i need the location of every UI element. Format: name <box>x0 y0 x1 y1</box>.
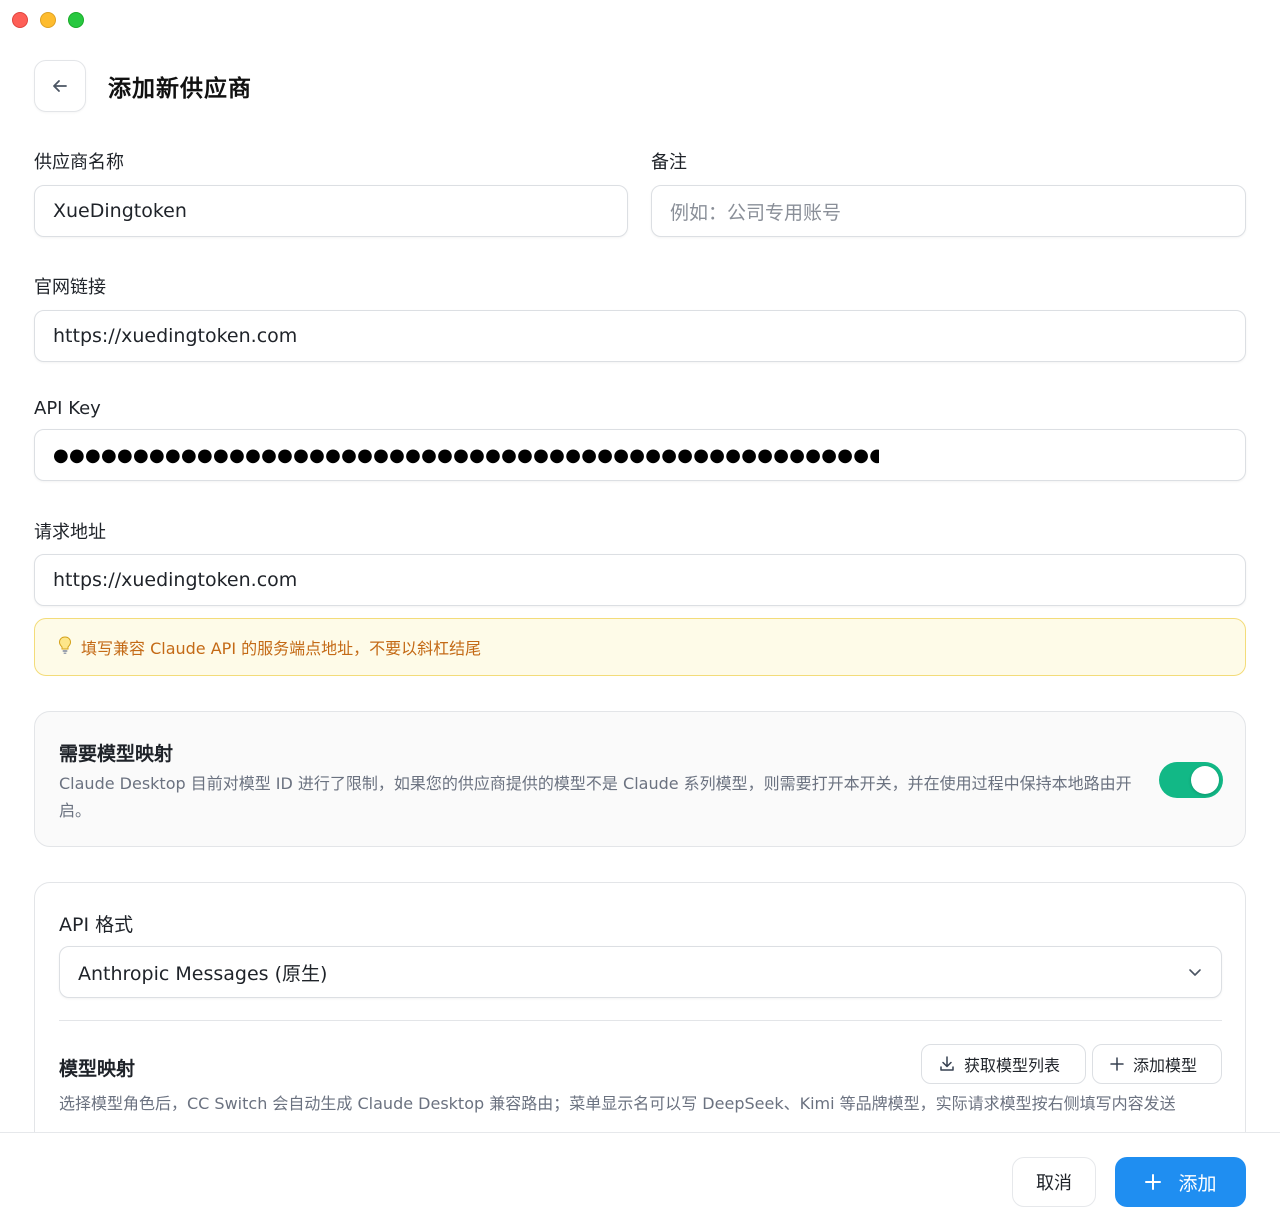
cancel-label: 取消 <box>1036 1173 1072 1194</box>
website-input[interactable]: https://xuedingtoken.com <box>34 310 1246 362</box>
cancel-button[interactable]: 取消 <box>1012 1157 1096 1207</box>
api-format-title: API 格式 <box>59 914 134 936</box>
app-window: 添加新供应商 供应商名称 XueDingtoken 备注 例如：公司专用账号 官… <box>0 0 1280 1230</box>
mapping-toggle-description: Claude Desktop 目前对模型 ID 进行了限制，如果您的供应商提供的… <box>59 774 1132 820</box>
download-icon <box>940 1056 954 1071</box>
add-provider-button[interactable]: 添加 <box>1115 1157 1246 1207</box>
model-mapping-toggle-card: 需要模型映射 Claude Desktop 目前对模型 ID 进行了限制，如果您… <box>34 711 1246 847</box>
page-header: 添加新供应商 <box>34 60 252 112</box>
website-value: https://xuedingtoken.com <box>53 325 298 347</box>
plus-icon <box>1145 1174 1162 1190</box>
lightbulb-icon <box>57 635 73 659</box>
api-key-input[interactable]: ●●●●●●●●●●●●●●●●●●●●●●●●●●●●●●●●●●●●●●●●… <box>34 429 1246 481</box>
provider-name-input[interactable]: XueDingtoken <box>34 185 628 237</box>
toggle-knob <box>1191 766 1219 794</box>
plus-icon <box>1110 1057 1124 1071</box>
endpoint-value: https://xuedingtoken.com <box>53 569 298 591</box>
arrow-left-icon <box>53 80 67 92</box>
add-model-label: 添加模型 <box>1133 1056 1198 1075</box>
window-controls <box>12 12 84 28</box>
model-mapping-description: 选择模型角色后，CC Switch 会自动生成 Claude Desktop 兼… <box>59 1094 1176 1113</box>
back-button[interactable] <box>34 60 86 112</box>
website-label: 官网链接 <box>34 277 106 298</box>
model-mapping-toggle[interactable] <box>1159 762 1223 798</box>
section-divider <box>59 1020 1222 1021</box>
endpoint-hint-text: 填写兼容 Claude API 的服务端点地址，不要以斜杠结尾 <box>81 639 482 658</box>
note-placeholder: 例如：公司专用账号 <box>670 201 842 224</box>
model-mapping-title: 模型映射 <box>59 1058 136 1080</box>
endpoint-hint: 填写兼容 Claude API 的服务端点地址，不要以斜杠结尾 <box>34 618 1246 676</box>
footer-bar: 取消 添加 <box>0 1132 1280 1230</box>
mapping-toggle-title: 需要模型映射 <box>59 743 174 765</box>
chevron-down-icon <box>1189 969 1201 976</box>
provider-name-label: 供应商名称 <box>34 152 124 173</box>
add-model-button[interactable]: 添加模型 <box>1092 1044 1222 1084</box>
close-window-button[interactable] <box>12 12 28 28</box>
api-format-value: Anthropic Messages (原生) <box>78 962 328 985</box>
endpoint-label: 请求地址 <box>34 522 106 543</box>
note-input[interactable]: 例如：公司专用账号 <box>651 185 1246 237</box>
api-key-label: API Key <box>34 398 101 419</box>
fetch-models-label: 获取模型列表 <box>964 1056 1061 1075</box>
page-title: 添加新供应商 <box>108 76 252 102</box>
minimize-window-button[interactable] <box>40 12 56 28</box>
endpoint-input[interactable]: https://xuedingtoken.com <box>34 554 1246 606</box>
provider-name-value: XueDingtoken <box>53 200 187 222</box>
fetch-models-button[interactable]: 获取模型列表 <box>921 1044 1086 1084</box>
api-key-masked-value: ●●●●●●●●●●●●●●●●●●●●●●●●●●●●●●●●●●●●●●●●… <box>53 444 879 466</box>
add-provider-label: 添加 <box>1178 1172 1217 1195</box>
api-format-select[interactable]: Anthropic Messages (原生) <box>59 946 1222 998</box>
zoom-window-button[interactable] <box>68 12 84 28</box>
note-label: 备注 <box>651 152 687 173</box>
